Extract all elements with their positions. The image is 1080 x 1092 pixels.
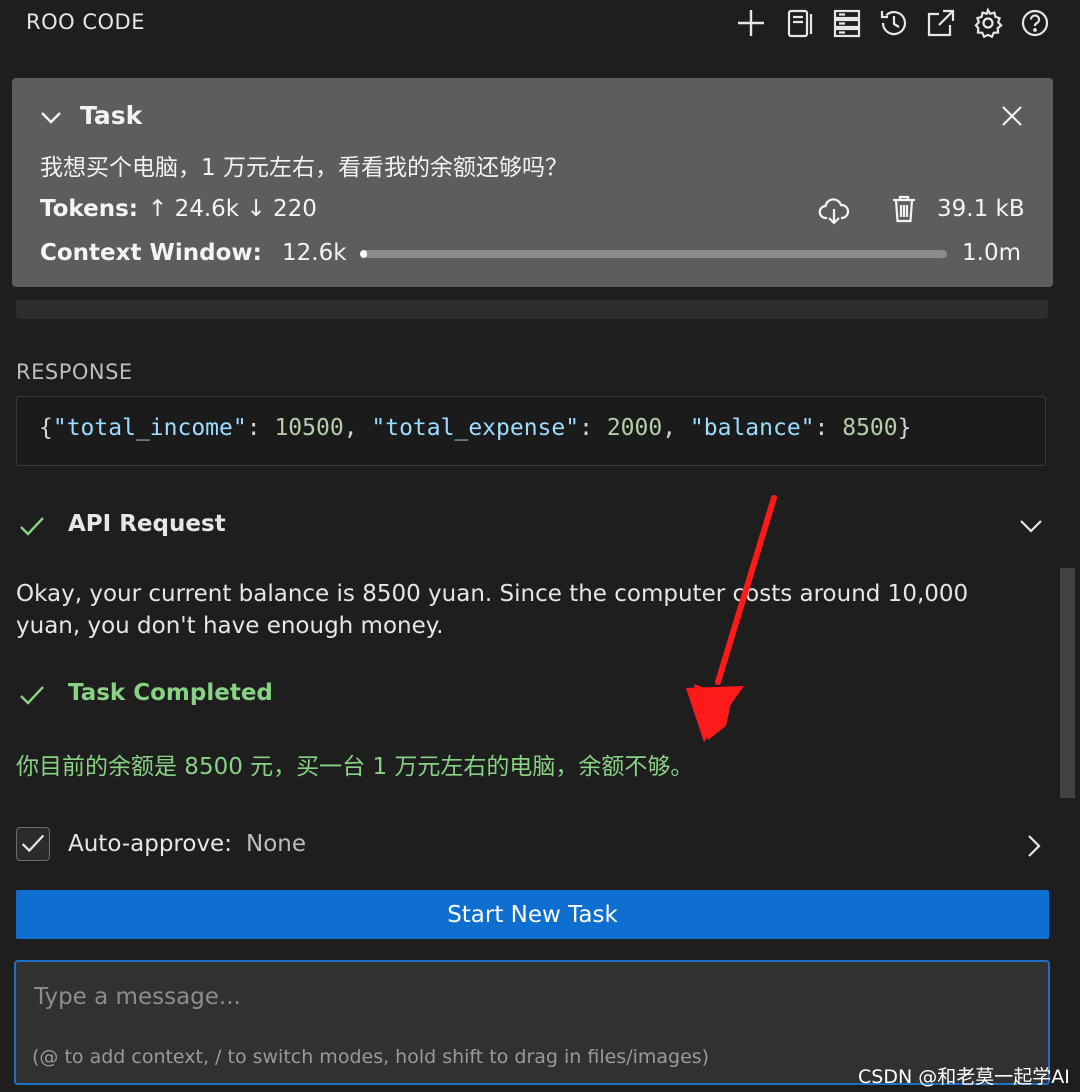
check-icon <box>18 512 46 540</box>
message-input[interactable] <box>32 976 1026 1018</box>
scrollbar[interactable] <box>1060 568 1075 798</box>
previous-block <box>16 300 1048 319</box>
auto-approve-value[interactable]: None <box>246 831 306 857</box>
api-request-title: API Request <box>68 511 226 537</box>
context-max: 1.0m <box>962 240 1021 266</box>
response-code-block: {"total_income": 10500, "total_expense":… <box>16 396 1046 466</box>
gear-icon[interactable] <box>971 6 1005 40</box>
context-progress-fill <box>360 250 368 258</box>
context-window-label: Context Window: <box>40 240 262 266</box>
servers-icon[interactable] <box>830 6 864 40</box>
trash-icon[interactable] <box>890 194 918 224</box>
tokens-label: Tokens: <box>40 196 138 222</box>
context-used: 12.6k <box>282 240 347 266</box>
tokens-in: ↑ 24.6k <box>148 196 240 222</box>
plus-icon[interactable] <box>734 6 768 40</box>
chevron-down-icon[interactable] <box>1018 514 1044 538</box>
watermark: CSDN @和老莫一起学AI <box>858 1066 1070 1088</box>
chevron-right-icon[interactable] <box>1024 832 1044 860</box>
context-progress-bar <box>360 250 947 258</box>
prompts-icon[interactable] <box>784 6 818 40</box>
completion-result: 你目前的余额是 8500 元，买一台 1 万元左右的电脑，余额不够。 <box>16 754 694 780</box>
message-hint: (@ to add context, / to switch modes, ho… <box>32 1046 710 1068</box>
task-query: 我想买个电脑，1 万元左右，看看我的余额还够吗？ <box>40 155 568 181</box>
auto-approve-label[interactable]: Auto-approve: <box>68 831 232 857</box>
app-title: ROO CODE <box>26 10 145 34</box>
tokens-out: ↓ 220 <box>246 196 317 222</box>
red-arrow-annotation <box>686 495 777 742</box>
tokens-values: ↑ 24.6k ↓ 220 <box>148 196 317 222</box>
history-icon[interactable] <box>877 6 911 40</box>
task-completed-title: Task Completed <box>68 680 273 706</box>
task-title: Task <box>80 101 143 130</box>
popout-icon[interactable] <box>924 6 958 40</box>
help-icon[interactable] <box>1018 6 1052 40</box>
response-label: RESPONSE <box>16 360 133 384</box>
check-icon <box>18 681 46 709</box>
start-new-task-button[interactable]: Start New Task <box>16 890 1049 939</box>
assistant-message: Okay, your current balance is 8500 yuan.… <box>16 581 969 639</box>
cloud-download-icon[interactable] <box>818 196 850 226</box>
close-icon[interactable] <box>1000 104 1024 128</box>
auto-approve-checkbox[interactable] <box>16 827 50 861</box>
chevron-down-icon[interactable] <box>38 104 64 130</box>
task-size: 39.1 kB <box>937 196 1025 222</box>
checkmark-icon <box>21 834 45 853</box>
